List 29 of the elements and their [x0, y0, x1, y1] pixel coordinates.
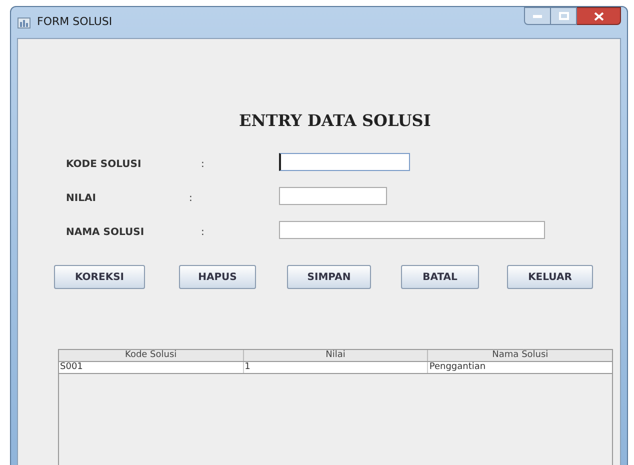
form-heading: ENTRY DATA SOLUSI — [239, 110, 431, 132]
table-cell: 1 — [244, 362, 428, 373]
close-icon — [594, 12, 604, 20]
action-button[interactable]: BATAL — [401, 265, 479, 289]
close-button[interactable] — [577, 7, 621, 25]
text-field[interactable] — [279, 221, 545, 239]
action-button[interactable]: SIMPAN — [287, 265, 371, 289]
field-label: NILAI — [66, 193, 96, 204]
column-header[interactable]: Nama Solusi — [428, 350, 612, 361]
minimize-button[interactable] — [524, 7, 551, 25]
table-cell-text: Penggantian — [428, 362, 487, 373]
action-button[interactable]: KOREKSI — [54, 265, 145, 289]
maximize-icon — [558, 12, 568, 20]
app-icon — [17, 16, 31, 30]
colon-text: : — [189, 193, 192, 204]
colon-text: : — [201, 227, 204, 238]
column-header[interactable]: Nilai — [244, 350, 428, 361]
column-header[interactable]: Kode Solusi — [59, 350, 244, 361]
text-field[interactable] — [279, 153, 410, 171]
colon-text: : — [201, 159, 204, 170]
action-button[interactable]: HAPUS — [179, 265, 256, 289]
text-field[interactable] — [279, 187, 387, 205]
maximize-button[interactable] — [551, 7, 577, 25]
minimize-icon — [533, 14, 542, 18]
action-button[interactable]: KELUAR — [507, 265, 593, 289]
table-cell: S001 — [59, 362, 244, 373]
field-label: NAMA SOLUSI — [66, 227, 144, 238]
field-label: KODE SOLUSI — [66, 159, 142, 170]
window-title: FORM SOLUSI — [37, 14, 112, 30]
